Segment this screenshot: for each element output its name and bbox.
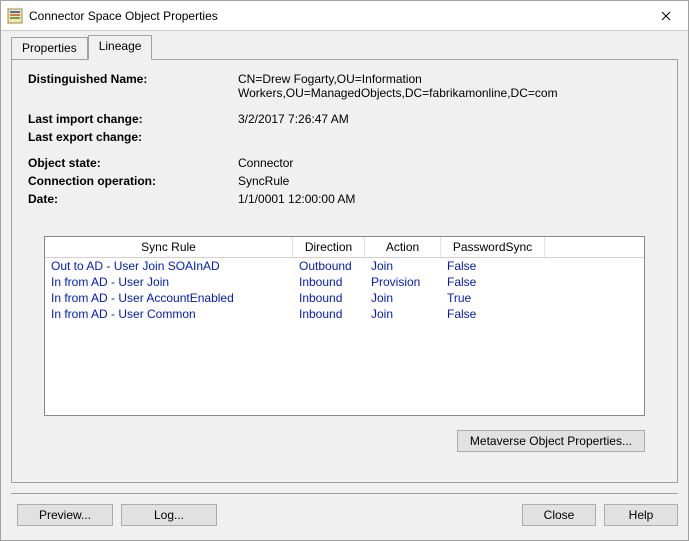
row-connection-operation: Connection operation: SyncRule (28, 174, 661, 188)
tabpage-lineage: Distinguished Name: CN=Drew Fogarty,OU=I… (11, 59, 678, 483)
log-button[interactable]: Log... (121, 504, 217, 526)
grid-body: Out to AD - User Join SOAInADOutboundJoi… (45, 258, 644, 415)
cell-password-sync: True (441, 290, 545, 306)
table-row[interactable]: In from AD - User AccountEnabledInboundJ… (45, 290, 644, 306)
col-header-sync-rule[interactable]: Sync Rule (45, 237, 293, 257)
row-object-state: Object state: Connector (28, 156, 661, 170)
bottom-button-bar: Preview... Log... Close Help (11, 504, 678, 530)
grid-header: Sync Rule Direction Action PasswordSync (45, 237, 644, 258)
tab-properties[interactable]: Properties (11, 37, 88, 60)
close-icon[interactable] (643, 1, 688, 30)
row-date: Date: 1/1/0001 12:00:00 AM (28, 192, 661, 206)
cell-action: Join (365, 290, 441, 306)
client-area: Properties Lineage Distinguished Name: C… (1, 31, 688, 540)
tab-lineage[interactable]: Lineage (88, 35, 153, 60)
divider (11, 493, 678, 494)
cell-password-sync: False (441, 306, 545, 322)
table-row[interactable]: In from AD - User CommonInboundJoinFalse (45, 306, 644, 322)
row-last-export: Last export change: (28, 130, 661, 144)
label-object-state: Object state: (28, 156, 238, 170)
cell-sync-rule: Out to AD - User Join SOAInAD (45, 258, 293, 274)
value-connection-operation: SyncRule (238, 174, 661, 188)
close-button[interactable]: Close (522, 504, 596, 526)
app-icon (7, 8, 23, 24)
col-header-password-sync[interactable]: PasswordSync (441, 237, 545, 257)
cell-action: Provision (365, 274, 441, 290)
cell-password-sync: False (441, 258, 545, 274)
table-row[interactable]: Out to AD - User Join SOAInADOutboundJoi… (45, 258, 644, 274)
cell-direction: Inbound (293, 306, 365, 322)
cell-action: Join (365, 306, 441, 322)
metaverse-properties-button[interactable]: Metaverse Object Properties... (457, 430, 645, 452)
metaverse-button-row: Metaverse Object Properties... (28, 430, 645, 452)
table-row[interactable]: In from AD - User JoinInboundProvisionFa… (45, 274, 644, 290)
col-header-action[interactable]: Action (365, 237, 441, 257)
cell-sync-rule: In from AD - User AccountEnabled (45, 290, 293, 306)
dialog-window: Connector Space Object Properties Proper… (0, 0, 689, 541)
label-last-import: Last import change: (28, 112, 238, 126)
titlebar: Connector Space Object Properties (1, 1, 688, 31)
value-date: 1/1/0001 12:00:00 AM (238, 192, 661, 206)
cell-sync-rule: In from AD - User Common (45, 306, 293, 322)
tabstrip: Properties Lineage (11, 35, 678, 60)
row-last-import: Last import change: 3/2/2017 7:26:47 AM (28, 112, 661, 126)
value-distinguished-name: CN=Drew Fogarty,OU=Information Workers,O… (238, 72, 661, 100)
cell-direction: Inbound (293, 290, 365, 306)
value-last-export (238, 130, 661, 144)
cell-direction: Inbound (293, 274, 365, 290)
cell-action: Join (365, 258, 441, 274)
label-connection-operation: Connection operation: (28, 174, 238, 188)
label-date: Date: (28, 192, 238, 206)
cell-sync-rule: In from AD - User Join (45, 274, 293, 290)
cell-password-sync: False (441, 274, 545, 290)
window-title: Connector Space Object Properties (29, 9, 643, 23)
col-header-direction[interactable]: Direction (293, 237, 365, 257)
preview-button[interactable]: Preview... (17, 504, 113, 526)
label-distinguished-name: Distinguished Name: (28, 72, 238, 100)
value-last-import: 3/2/2017 7:26:47 AM (238, 112, 661, 126)
sync-rule-grid: Sync Rule Direction Action PasswordSync … (44, 236, 645, 416)
window-controls (643, 1, 688, 30)
value-object-state: Connector (238, 156, 661, 170)
help-button[interactable]: Help (604, 504, 678, 526)
row-distinguished-name: Distinguished Name: CN=Drew Fogarty,OU=I… (28, 72, 661, 100)
label-last-export: Last export change: (28, 130, 238, 144)
cell-direction: Outbound (293, 258, 365, 274)
